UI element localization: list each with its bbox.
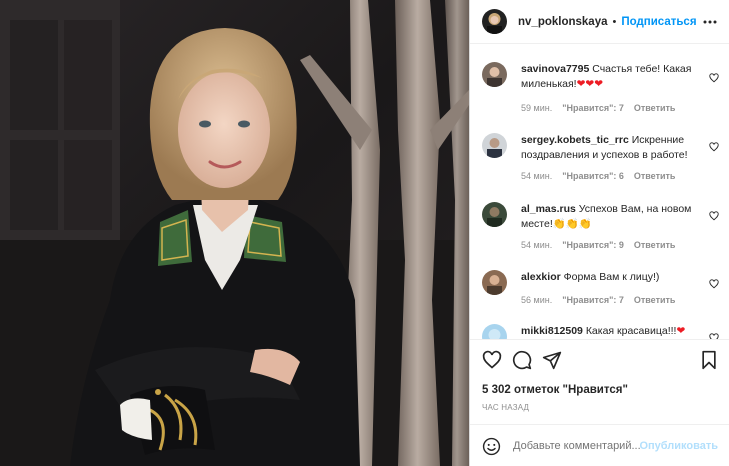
comment-emoji: ❤❤❤ [576,77,603,90]
comment-input[interactable] [513,440,643,452]
separator-dot: • [612,15,617,28]
comment-body: sergey.kobets_tic_rrc Искренние поздравл… [521,133,697,162]
comment-body: al_mas.rus Успехов Вам, на новом месте!👏… [521,202,697,231]
comment-meta: 56 мин. "Нравится": 7 Ответить [521,295,685,305]
comment-heart-icon[interactable] [709,276,719,294]
comment-heart-icon[interactable] [709,139,719,157]
portrait-image [0,0,469,466]
likes-count[interactable]: 5 302 отметок "Нравится" [482,384,628,396]
comment-icon[interactable] [512,350,532,375]
add-comment-bar: Опубликовать [470,424,729,466]
avatar[interactable] [482,202,507,227]
reply-button[interactable]: Ответить [634,103,676,113]
comment-likes[interactable]: "Нравится": 7 [562,295,624,305]
comment-time[interactable]: 54 мин. [521,171,552,181]
comment-likes[interactable]: "Нравится": 7 [562,103,624,113]
post-photo[interactable] [0,0,469,466]
comment-heart-icon[interactable] [709,70,719,88]
comment-text: Какая красавица!!! [585,325,677,337]
avatar[interactable] [482,133,507,158]
post-comment-button[interactable]: Опубликовать [639,440,718,452]
comment-time[interactable]: 56 мин. [521,295,552,305]
comment-time[interactable]: 54 мин. [521,240,552,250]
reply-button[interactable]: Ответить [634,240,676,250]
comment-username[interactable]: savinova7795 [521,63,589,75]
comment-text: Форма Вам к лицу!) [563,271,660,283]
comment-likes[interactable]: "Нравится": 6 [562,171,624,181]
post-time[interactable]: ЧАС НАЗАД [482,403,529,412]
comment-likes[interactable]: "Нравится": 9 [562,240,624,250]
reply-button[interactable]: Ответить [634,295,676,305]
comment-time[interactable]: 59 мин. [521,103,552,113]
post-header: nv_poklonskaya • Подписаться [470,0,729,44]
comment-body: mikki812509 Какая красавица!!!❤ [521,324,697,339]
comment-meta: 54 мин. "Нравится": 9 Ответить [521,240,685,250]
comment-username[interactable]: mikki812509 [521,325,583,337]
comment-meta: 59 мин. "Нравится": 7 Ответить [521,103,685,113]
comment-meta: 54 мин. "Нравится": 6 Ответить [521,171,685,181]
follow-button[interactable]: Подписаться [621,16,696,28]
comment-username[interactable]: al_mas.rus [521,203,576,215]
emoji-icon[interactable] [482,437,501,461]
avatar[interactable] [482,324,507,339]
comment-emoji: 👏👏👏 [552,217,592,230]
avatar[interactable] [482,62,507,87]
comment-body: alexkior Форма Вам к лицу!) [521,270,697,285]
username-link[interactable]: nv_poklonskaya [518,16,607,28]
heart-icon[interactable] [482,350,502,375]
comments-list[interactable]: savinova7795 Счастья тебе! Какая миленьк… [470,45,729,339]
avatar[interactable] [482,270,507,295]
bookmark-icon[interactable] [699,350,719,375]
comment-username[interactable]: sergey.kobets_tic_rrc [521,134,629,146]
avatar[interactable] [482,9,507,34]
comment-username[interactable]: alexkior [521,271,561,283]
post-actions [470,339,729,383]
comment-heart-icon[interactable] [709,330,719,339]
comment-body: savinova7795 Счастья тебе! Какая миленьк… [521,62,697,91]
comment-emoji: ❤ [676,325,686,337]
reply-button[interactable]: Ответить [634,171,676,181]
comment-heart-icon[interactable] [709,208,719,226]
post-sidebar: nv_poklonskaya • Подписаться savinova779… [469,0,729,466]
share-icon[interactable] [542,350,562,375]
more-options-icon[interactable] [702,14,718,35]
